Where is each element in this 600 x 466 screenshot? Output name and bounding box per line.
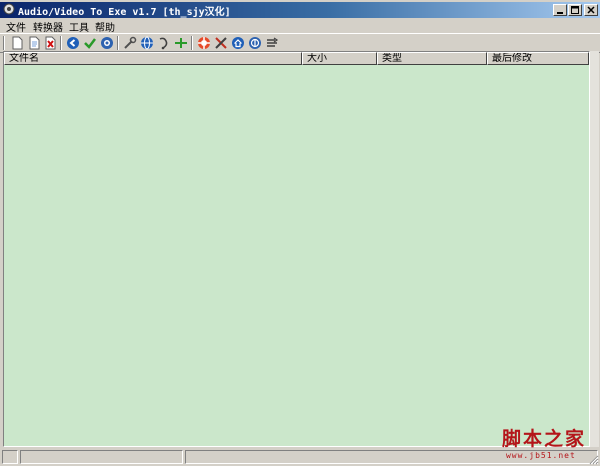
exit-icon[interactable]	[265, 36, 279, 50]
menu-file[interactable]: 文件	[6, 19, 26, 34]
file-list[interactable]: 文件名 大小 类型 最后修改	[3, 51, 590, 447]
open-icon[interactable]	[27, 36, 41, 50]
column-header-modified[interactable]: 最后修改	[487, 52, 589, 65]
toolbar-separator	[60, 36, 62, 50]
toolbar	[0, 33, 600, 53]
watermark-main: 脚本之家	[501, 428, 586, 450]
home-icon[interactable]	[231, 36, 245, 50]
title-bar[interactable]: Audio/Video To Exe v1.7 [th_sjy汉化]	[0, 2, 600, 18]
back-icon[interactable]	[66, 36, 80, 50]
menu-help[interactable]: 帮助	[95, 19, 115, 34]
settings-icon[interactable]	[214, 36, 228, 50]
vertical-scroll-area	[590, 51, 599, 447]
new-icon[interactable]	[10, 36, 24, 50]
close-icon	[587, 6, 595, 14]
minimize-icon	[557, 12, 563, 14]
window-title: Audio/Video To Exe v1.7 [th_sjy汉化]	[18, 7, 231, 18]
app-icon	[3, 3, 15, 15]
maximize-icon	[571, 6, 579, 14]
resize-grip-icon[interactable]	[588, 454, 599, 465]
status-panel-3	[185, 450, 598, 464]
status-panel-2	[20, 450, 183, 464]
help-icon[interactable]	[197, 36, 211, 50]
column-header-size[interactable]: 大小	[302, 52, 377, 65]
menu-tools[interactable]: 工具	[69, 19, 89, 34]
close-button[interactable]	[584, 4, 598, 16]
add-icon[interactable]	[174, 36, 188, 50]
options-icon[interactable]	[100, 36, 114, 50]
status-panel-1	[2, 450, 18, 464]
check-icon[interactable]	[83, 36, 97, 50]
globe-icon[interactable]	[140, 36, 154, 50]
minimize-button[interactable]	[553, 4, 567, 16]
delete-icon[interactable]	[43, 36, 57, 50]
tools-icon[interactable]	[123, 36, 137, 50]
column-header-filename[interactable]: 文件名	[4, 52, 302, 65]
maximize-button[interactable]	[568, 4, 582, 16]
app-window: Audio/Video To Exe v1.7 [th_sjy汉化] 文件 转换…	[0, 0, 600, 466]
menu-converter[interactable]: 转换器	[33, 19, 63, 34]
column-header-type[interactable]: 类型	[377, 52, 487, 65]
menu-bar: 文件 转换器 工具 帮助	[0, 18, 600, 34]
toolbar-grip	[3, 36, 5, 50]
status-bar	[0, 449, 600, 466]
info-icon[interactable]	[157, 36, 171, 50]
toolbar-separator	[191, 36, 193, 50]
toolbar-separator	[117, 36, 119, 50]
web-icon[interactable]	[248, 36, 262, 50]
